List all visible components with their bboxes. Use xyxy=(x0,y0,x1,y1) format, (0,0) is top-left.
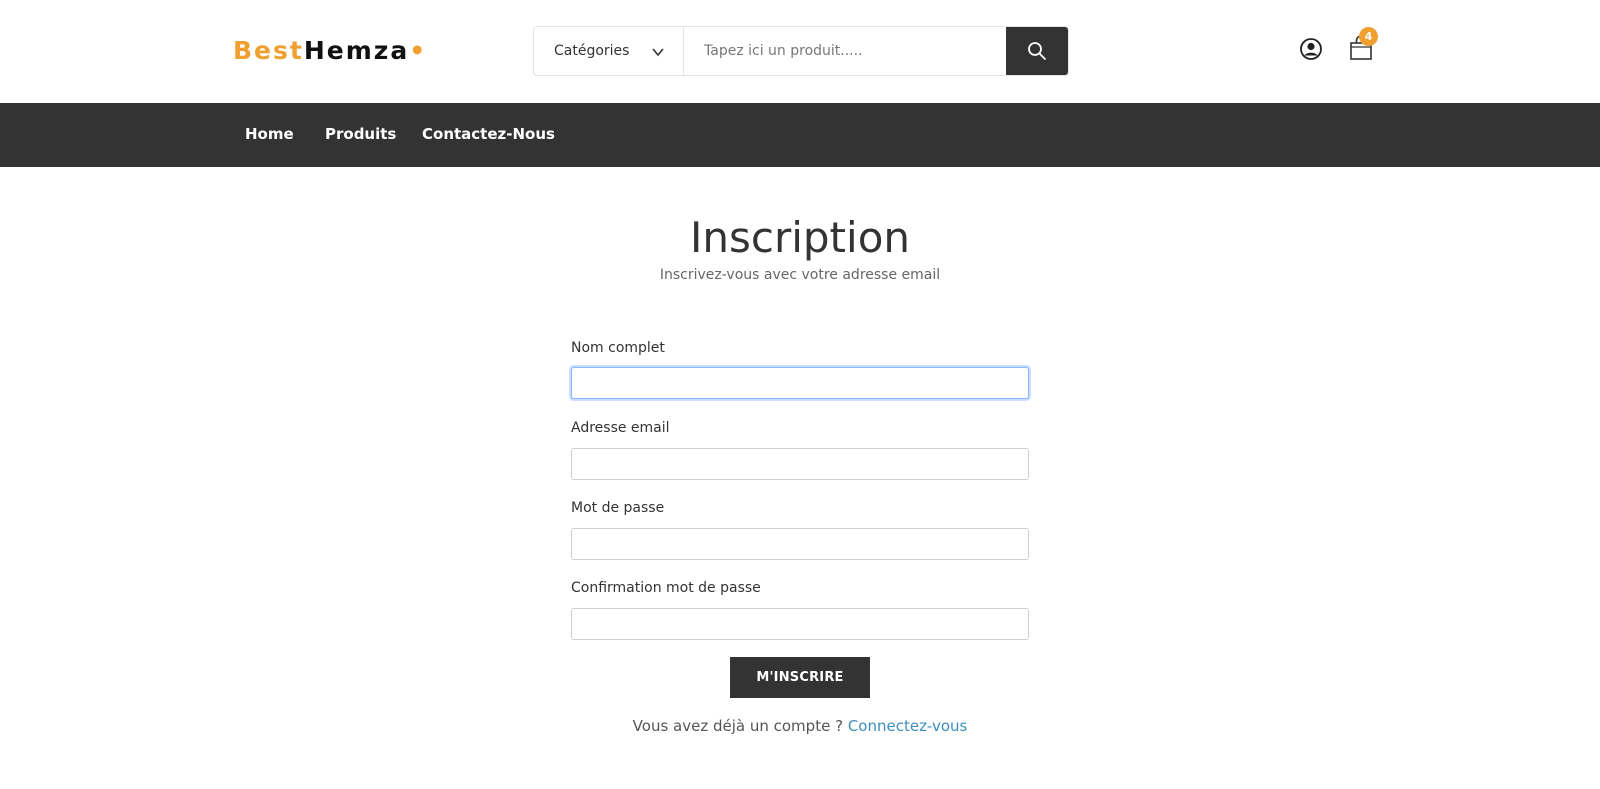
chevron-down-icon xyxy=(652,48,664,57)
search-input[interactable] xyxy=(684,27,1006,75)
main-nav: Home Produits Contactez-Nous xyxy=(0,103,1600,167)
password-confirm-label: Confirmation mot de passe xyxy=(571,580,761,596)
brand-logo-part2: Hemza xyxy=(303,36,410,65)
email-field[interactable] xyxy=(571,448,1029,480)
nav-item-contact[interactable]: Contactez-Nous xyxy=(422,125,555,143)
nav-item-produits[interactable]: Produits xyxy=(325,125,396,143)
user-account-icon[interactable] xyxy=(1299,37,1323,61)
page-title: Inscription xyxy=(689,213,911,262)
page-subtitle: Inscrivez-vous avec votre adresse email xyxy=(659,267,941,283)
login-prompt-text: Vous avez déjà un compte ? xyxy=(632,717,844,735)
email-label: Adresse email xyxy=(571,420,670,436)
full-name-label: Nom complet xyxy=(571,340,665,356)
search-icon xyxy=(1028,42,1046,60)
brand-logo-dot: • xyxy=(409,36,428,65)
password-field[interactable] xyxy=(571,528,1029,560)
site-header: BestHemza• Catégories 4 xyxy=(0,0,1600,103)
search-bar: Catégories xyxy=(533,26,1069,76)
cart-count-badge: 4 xyxy=(1359,27,1378,46)
search-button[interactable] xyxy=(1006,27,1068,75)
password-confirm-field[interactable] xyxy=(571,608,1029,640)
brand-logo-part1: Best xyxy=(233,36,304,65)
login-prompt: Vous avez déjà un compte ? Connectez-vou… xyxy=(0,717,1600,735)
full-name-field[interactable] xyxy=(571,367,1029,399)
login-link[interactable]: Connectez-vous xyxy=(848,717,968,735)
password-label: Mot de passe xyxy=(571,500,665,516)
brand-logo[interactable]: BestHemza• xyxy=(233,36,427,66)
category-dropdown[interactable]: Catégories xyxy=(534,27,684,75)
category-dropdown-label: Catégories xyxy=(554,43,630,59)
nav-item-home[interactable]: Home xyxy=(245,125,294,143)
signup-button[interactable]: M'INSCRIRE xyxy=(730,657,870,698)
